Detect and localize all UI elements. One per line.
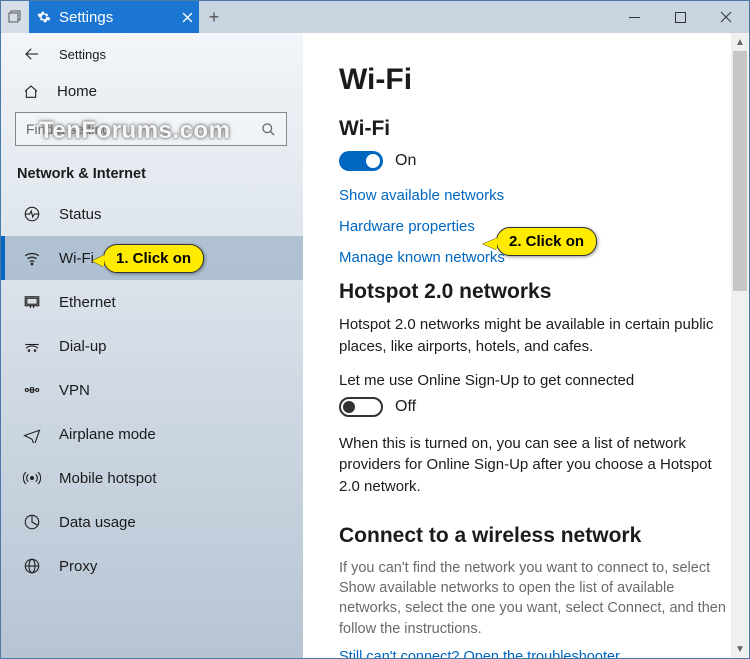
tab-strip: Settings + [1,1,749,33]
airplane-icon [23,425,41,443]
link-show-networks[interactable]: Show available networks [339,187,729,204]
sidebar-item-label: Wi-Fi [59,250,94,267]
link-troubleshooter[interactable]: Still can't connect? Open the troublesho… [339,649,729,658]
scroll-thumb[interactable] [733,51,747,291]
sidebar-item-label: VPN [59,382,90,399]
sidebar-item-vpn[interactable]: VPN [1,368,303,412]
proxy-icon [23,557,41,575]
datausage-icon [23,513,41,531]
sidebar-category: Network & Internet [1,146,303,192]
search-icon [261,122,276,137]
sidebar-item-proxy[interactable]: Proxy [1,544,303,588]
gear-icon [37,10,51,24]
vpn-icon [23,381,41,399]
sidebar-item-label: Dial-up [59,338,107,355]
hotspot-toggle[interactable] [339,397,383,417]
sidebar-item-label: Status [59,206,102,223]
minimize-button[interactable] [611,1,657,33]
close-window-button[interactable] [703,1,749,33]
breadcrumb: Settings [59,47,106,62]
sidebar-item-status[interactable]: Status [1,192,303,236]
new-tab-button[interactable]: + [199,1,229,33]
sidebar-item-label: Mobile hotspot [59,470,157,487]
wifi-toggle-state: On [395,152,416,170]
hotspot-note: When this is turned on, you can see a li… [339,433,729,498]
maximize-button[interactable] [657,1,703,33]
sidebar-item-hotspot[interactable]: Mobile hotspot [1,456,303,500]
scrollbar[interactable]: ▲ ▼ [731,33,749,658]
sidebar-item-label: Airplane mode [59,426,156,443]
hotspot-icon [23,469,41,487]
hotspot-desc: Hotspot 2.0 networks might be available … [339,314,729,358]
search-placeholder: Find a setting [26,121,261,137]
scroll-down-icon[interactable]: ▼ [731,640,749,658]
dialup-icon [23,337,41,355]
connect-help: If you can't find the network you want t… [339,558,729,639]
connect-heading: Connect to a wireless network [339,524,729,548]
sidebar-item-datausage[interactable]: Data usage [1,500,303,544]
tab-title: Settings [59,9,174,26]
status-icon [23,205,41,223]
sidebar-item-label: Proxy [59,558,97,575]
close-icon[interactable] [182,12,193,23]
wifi-heading: Wi-Fi [339,117,729,141]
sidebar-home[interactable]: Home [1,73,303,112]
sidebar-item-label: Ethernet [59,294,116,311]
back-icon[interactable] [23,45,41,63]
sidebar-item-ethernet[interactable]: Ethernet [1,280,303,324]
wifi-icon [23,249,41,267]
tab-settings[interactable]: Settings [29,1,199,33]
hotspot-toggle-state: Off [395,398,416,416]
wifi-toggle[interactable] [339,151,383,171]
home-icon [23,84,39,100]
sidebar-item-label: Data usage [59,514,136,531]
hotspot-toggle-label: Let me use Online Sign-Up to get connect… [339,372,729,389]
scroll-up-icon[interactable]: ▲ [731,33,749,51]
sidebar-item-dialup[interactable]: Dial-up [1,324,303,368]
copy-icon [8,10,22,24]
sidebar: Settings TenForums.com Home Find a setti… [1,33,303,658]
annotation-callout-1: 1. Click on [103,244,204,273]
adjacent-tab-edge[interactable] [1,1,29,33]
ethernet-icon [23,293,41,311]
sidebar-home-label: Home [57,83,97,100]
main-panel: Wi-Fi Wi-Fi On Show available networks H… [303,33,749,658]
hotspot-heading: Hotspot 2.0 networks [339,280,729,304]
sidebar-item-airplane[interactable]: Airplane mode [1,412,303,456]
page-title: Wi-Fi [339,63,729,97]
search-input[interactable]: Find a setting [15,112,287,146]
annotation-callout-2: 2. Click on [496,227,597,256]
